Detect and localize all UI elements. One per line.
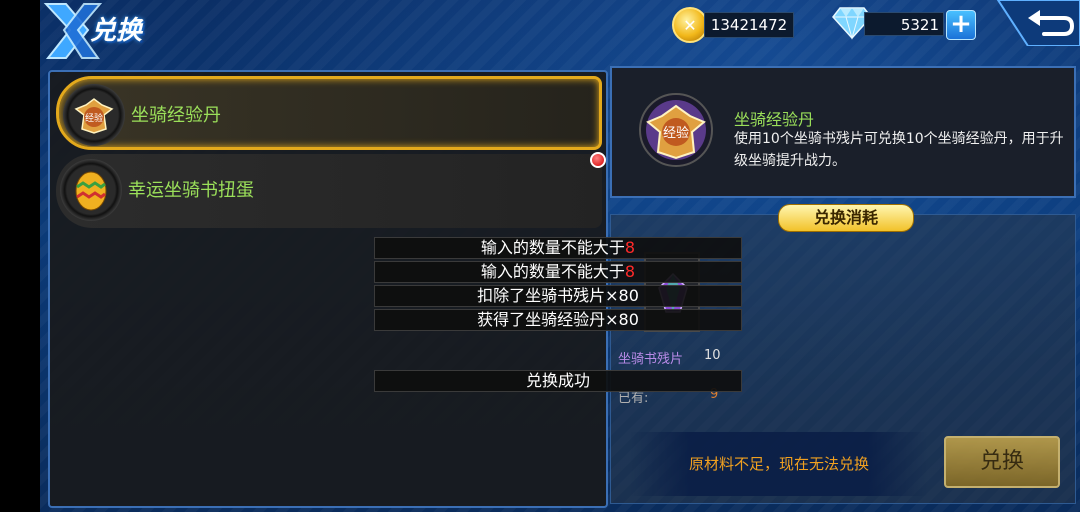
detail-item-name: 坐骑经验丹	[734, 110, 815, 129]
exp-badge-icon: 经验	[639, 93, 713, 167]
item-icon-frame	[60, 159, 122, 221]
badge-text: 经验	[663, 125, 689, 141]
toast-text: 扣除了坐骑书残片×80	[477, 286, 639, 305]
toast-text: 输入的数量不能大于	[480, 238, 625, 257]
gold-coin-icon: ✕	[672, 7, 708, 43]
item-icon-frame: 经验	[63, 84, 125, 146]
list-item-label: 坐骑经验丹	[131, 105, 221, 126]
back-arrow-icon[interactable]	[988, 0, 1080, 46]
toast-text: 输入的数量不能大于	[480, 262, 625, 281]
page-title: 兑换	[90, 16, 143, 46]
toast-message: 获得了坐骑经验丹×80	[374, 309, 742, 331]
list-item-label: 幸运坐骑书扭蛋	[128, 180, 254, 201]
material-required: 10	[704, 348, 721, 363]
exchange-button[interactable]: 兑换	[944, 436, 1060, 488]
gold-amount: 13421472	[704, 12, 794, 38]
item-detail-panel: 经验 坐骑经验丹 使用10个坐骑书残片可兑换10个坐骑经验丹，用于升级坐骑提升战…	[610, 66, 1076, 198]
add-diamonds-button[interactable]: +	[946, 10, 976, 40]
toast-text: 兑换成功	[525, 371, 590, 390]
egg-icon	[75, 171, 107, 211]
toast-message: 兑换成功	[374, 370, 742, 392]
toast-number: 8	[624, 262, 636, 281]
exp-badge-icon: 经验	[74, 98, 114, 134]
cost-tab: 兑换消耗	[778, 204, 914, 232]
toast-number: 8	[624, 238, 636, 257]
toast-message: 输入的数量不能大于8	[374, 261, 742, 283]
detail-item-desc: 使用10个坐骑书残片可兑换10个坐骑经验丹，用于升级坐骑提升战力。	[734, 131, 1064, 169]
toast-message: 输入的数量不能大于8	[374, 237, 742, 259]
material-name: 坐骑书残片	[618, 352, 684, 367]
exchange-screen: 兑换 ✕ 13421472 5321 + 经验 坐骑经验丹 幸运坐骑书扭蛋 经验…	[40, 0, 1080, 512]
badge-text: 经验	[85, 112, 103, 124]
toast-message: 扣除了坐骑书残片×80	[374, 285, 742, 307]
list-item[interactable]: 经验 坐骑经验丹	[56, 76, 602, 150]
diamond-amount: 5321	[864, 12, 944, 36]
list-item[interactable]: 幸运坐骑书扭蛋	[56, 154, 602, 228]
red-dot-icon	[590, 152, 606, 168]
insufficient-warning: 原材料不足，现在无法兑换	[630, 432, 928, 496]
toast-text: 获得了坐骑经验丹×80	[477, 310, 639, 329]
